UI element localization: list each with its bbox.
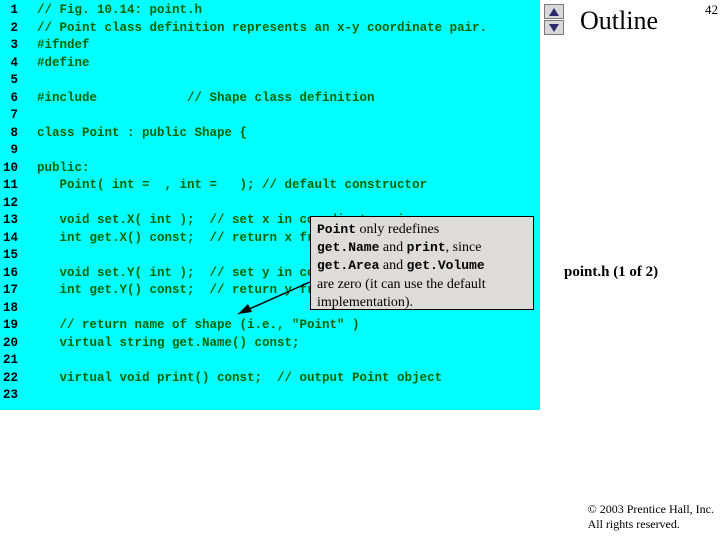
line-number: 16 <box>0 265 22 283</box>
line-number: 10 <box>0 160 22 178</box>
line-number: 21 <box>0 352 22 370</box>
code-text: // Fig. 10.14: point.h <box>22 2 202 20</box>
line-number: 17 <box>0 282 22 300</box>
code-panel: 1 // Fig. 10.14: point.h2 // Point class… <box>0 0 540 410</box>
code-text <box>22 300 37 318</box>
code-line: 1 // Fig. 10.14: point.h <box>0 2 540 20</box>
line-number: 15 <box>0 247 22 265</box>
code-text <box>22 107 37 125</box>
line-number: 8 <box>0 125 22 143</box>
callout-text: get.Area <box>317 258 379 273</box>
code-line: 7 <box>0 107 540 125</box>
page-number: 42 <box>705 2 718 18</box>
chevron-up-icon <box>549 8 559 16</box>
callout-text: are zero (it can use the default <box>317 277 486 292</box>
chevron-down-icon <box>549 24 559 32</box>
line-number: 23 <box>0 387 22 405</box>
code-text: virtual void print() const; // output Po… <box>22 370 442 388</box>
code-text <box>22 195 37 213</box>
code-line: 3 #ifndef <box>0 37 540 55</box>
callout-text: print <box>407 240 446 255</box>
code-text: public: <box>22 160 90 178</box>
line-number: 9 <box>0 142 22 160</box>
code-line: 8 class Point : public Shape { <box>0 125 540 143</box>
code-line: 19 // return name of shape (i.e., "Point… <box>0 317 540 335</box>
code-line: 6 #include // Shape class definition <box>0 90 540 108</box>
callout-text: Point <box>317 222 356 237</box>
callout-text: , since <box>446 240 482 255</box>
copyright: © 2003 Prentice Hall, Inc. All rights re… <box>588 502 714 532</box>
code-text: // Point class definition represents an … <box>22 20 487 38</box>
line-number: 5 <box>0 72 22 90</box>
copyright-line: All rights reserved. <box>588 517 680 531</box>
line-number: 4 <box>0 55 22 73</box>
sidebar: Outline 42 point.h (1 of 2) © 2003 Prent… <box>540 0 720 540</box>
code-line: 2 // Point class definition represents a… <box>0 20 540 38</box>
code-line: 12 <box>0 195 540 213</box>
line-number: 19 <box>0 317 22 335</box>
code-line: 11 Point( int = , int = ); // default co… <box>0 177 540 195</box>
code-text: #ifndef <box>22 37 90 55</box>
line-number: 11 <box>0 177 22 195</box>
code-line: 9 <box>0 142 540 160</box>
code-text: class Point : public Shape { <box>22 125 247 143</box>
line-number: 13 <box>0 212 22 230</box>
next-arrow-button[interactable] <box>544 20 564 35</box>
line-number: 12 <box>0 195 22 213</box>
callout-text: implementation). <box>317 295 413 310</box>
code-line: 23 <box>0 387 540 405</box>
line-number: 2 <box>0 20 22 38</box>
nav-arrows <box>544 4 564 35</box>
line-number: 6 <box>0 90 22 108</box>
callout-box: Point only redefines get.Name and print,… <box>310 216 534 310</box>
code-text <box>22 142 37 160</box>
callout-text: get.Volume <box>407 258 485 273</box>
code-line: 22 virtual void print() const; // output… <box>0 370 540 388</box>
line-number: 14 <box>0 230 22 248</box>
outline-title: Outline <box>580 6 658 36</box>
code-text: #include // Shape class definition <box>22 90 375 108</box>
code-text <box>22 352 37 370</box>
prev-arrow-button[interactable] <box>544 4 564 19</box>
code-text <box>22 72 37 90</box>
code-line: 4 #define <box>0 55 540 73</box>
line-number: 20 <box>0 335 22 353</box>
code-line: 5 <box>0 72 540 90</box>
code-text: Point( int = , int = ); // default const… <box>22 177 427 195</box>
callout-text: and <box>379 240 406 255</box>
line-number: 22 <box>0 370 22 388</box>
code-line: 10 public: <box>0 160 540 178</box>
code-text: #define <box>22 55 90 73</box>
line-number: 1 <box>0 2 22 20</box>
line-number: 18 <box>0 300 22 318</box>
code-line: 21 <box>0 352 540 370</box>
code-line: 20 virtual string get.Name() const; <box>0 335 540 353</box>
code-text: // return name of shape (i.e., "Point" ) <box>22 317 360 335</box>
code-text <box>22 387 37 405</box>
line-number: 3 <box>0 37 22 55</box>
callout-text: and <box>379 258 406 273</box>
code-text <box>22 247 37 265</box>
copyright-line: © 2003 Prentice Hall, Inc. <box>588 502 714 516</box>
callout-text: only redefines <box>356 222 439 237</box>
callout-text: get.Name <box>317 240 379 255</box>
line-number: 7 <box>0 107 22 125</box>
file-label: point.h (1 of 2) <box>564 264 658 281</box>
code-text: virtual string get.Name() const; <box>22 335 300 353</box>
